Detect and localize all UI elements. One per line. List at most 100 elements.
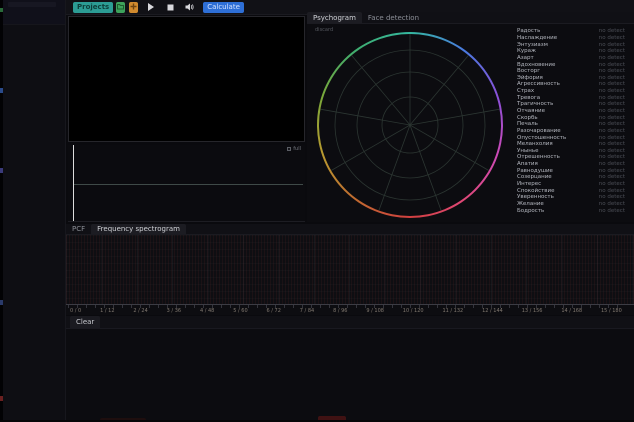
tab-frequency-spectrogram[interactable]: Frequency spectrogram — [91, 224, 186, 234]
emotion-value: no detect — [599, 28, 625, 34]
emotion-name: Разочарование — [517, 128, 561, 134]
time-axis-label: 12 / 144 — [482, 308, 503, 314]
emotion-row: Агрессивность no detect — [517, 81, 625, 88]
emotion-value: no detect — [599, 108, 625, 114]
emotion-value: no detect — [599, 42, 625, 48]
stop-icon — [167, 0, 174, 15]
emotion-value: no detect — [599, 68, 625, 74]
emotion-value: no detect — [599, 135, 625, 141]
psychogram-chart — [317, 32, 503, 218]
emotion-row: Энтузиазм no detect — [517, 41, 625, 48]
emotion-name: Восторг — [517, 68, 540, 74]
analysis-tabbar: Psychogram Face detection — [307, 12, 634, 24]
waveform-panel[interactable]: full — [68, 145, 305, 222]
emotion-row: Наслаждение no detect — [517, 35, 625, 42]
mute-button[interactable] — [183, 1, 195, 13]
emotion-value: no detect — [599, 48, 625, 54]
time-axis-label: 0 / 0 — [70, 308, 81, 314]
emotion-value: no detect — [599, 181, 625, 187]
emotion-name: Спокойствие — [517, 188, 555, 194]
emotion-row: Унынье no detect — [517, 148, 625, 155]
time-axis-label: 1 / 12 — [100, 308, 114, 314]
spectrogram-section: PCF Frequency spectrogram 0 / 0 1 / 12 2 /… — [66, 224, 634, 315]
emotion-name: Меланхолия — [517, 141, 553, 147]
emotion-name: Желание — [517, 201, 544, 207]
emotion-value: no detect — [599, 35, 625, 41]
emotion-name: Уверенность — [517, 194, 554, 200]
log-section: Clear — [66, 316, 634, 422]
emotion-value: no detect — [599, 101, 625, 107]
time-axis-label: 9 / 108 — [366, 308, 384, 314]
emotion-row: Трагичность no detect — [517, 101, 625, 108]
time-axis-label: 4 / 48 — [200, 308, 214, 314]
emotion-row: Разочарование no detect — [517, 128, 625, 135]
log-toolbar: Clear — [66, 316, 634, 329]
sidebar-header — [3, 0, 65, 25]
play-icon — [147, 0, 155, 15]
emotion-value: no detect — [599, 128, 625, 134]
emotion-name: Отрешенность — [517, 154, 560, 160]
time-axis-label: 7 / 84 — [300, 308, 314, 314]
emotion-name: Страх — [517, 88, 534, 94]
emotion-value: no detect — [599, 194, 625, 200]
stop-button[interactable] — [164, 1, 176, 13]
emotion-row: Желание no detect — [517, 201, 625, 208]
calculate-button[interactable]: Calculate — [203, 2, 244, 13]
clear-button[interactable]: Clear — [70, 316, 100, 328]
emotion-value: no detect — [599, 208, 625, 214]
open-project-button[interactable] — [116, 2, 125, 13]
emotion-row: Отрешенность no detect — [517, 154, 625, 161]
emotion-value: no detect — [599, 154, 625, 160]
time-axis-label: 6 / 72 — [267, 308, 281, 314]
emotion-name: Эйфория — [517, 75, 543, 81]
folder-icon — [117, 3, 124, 12]
tab-pcf[interactable]: PCF — [66, 224, 91, 234]
waveform-full-checkbox[interactable]: full — [287, 146, 301, 152]
emotion-name: Энтузиазм — [517, 42, 548, 48]
emotion-name: Опустошенность — [517, 135, 566, 141]
video-preview — [68, 16, 305, 142]
emotion-name: Наслаждение — [517, 35, 557, 41]
time-axis-label: 13 / 156 — [522, 308, 543, 314]
waveform-full-label: full — [293, 146, 301, 152]
emotion-name: Кураж — [517, 48, 536, 54]
emotion-row: Печаль no detect — [517, 121, 625, 128]
emotion-name: Отчаяние — [517, 108, 545, 114]
emotion-name: Унынье — [517, 148, 539, 154]
time-axis-label: 2 / 24 — [133, 308, 147, 314]
emotion-value: no detect — [599, 148, 625, 154]
emotion-value: no detect — [599, 81, 625, 87]
emotion-row: Уверенность no detect — [517, 194, 625, 201]
speaker-icon — [185, 0, 194, 15]
emotion-row: Радость no detect — [517, 28, 625, 35]
emotion-value: no detect — [599, 55, 625, 61]
emotion-row: Скорбь no detect — [517, 114, 625, 121]
emotion-row: Кураж no detect — [517, 48, 625, 55]
emotion-value: no detect — [599, 115, 625, 121]
waveform-playhead[interactable] — [73, 145, 74, 221]
emotion-name: Апатия — [517, 161, 538, 167]
emotion-name: Печаль — [517, 121, 538, 127]
time-axis-label: 15 / 180 — [601, 308, 622, 314]
emotion-value: no detect — [599, 62, 625, 68]
emotion-name: Азарт — [517, 55, 534, 61]
emotion-row: Спокойствие no detect — [517, 187, 625, 194]
tab-face-detection[interactable]: Face detection — [362, 12, 425, 23]
app-window: Projects Calculate — [0, 0, 634, 422]
emotion-row: Бодрость no detect — [517, 207, 625, 214]
emotion-value: no detect — [599, 188, 625, 194]
emotion-value: no detect — [599, 88, 625, 94]
add-button[interactable] — [129, 2, 138, 13]
projects-button[interactable]: Projects — [73, 2, 113, 13]
time-axis-label: 11 / 132 — [442, 308, 463, 314]
emotion-name: Равнодушие — [517, 168, 553, 174]
tab-psychogram[interactable]: Psychogram — [307, 12, 362, 23]
emotion-row: Отчаяние no detect — [517, 108, 625, 115]
emotion-name: Интерес — [517, 181, 541, 187]
emotion-row: Эйфория no detect — [517, 74, 625, 81]
emotion-value: no detect — [599, 75, 625, 81]
play-button[interactable] — [145, 1, 157, 13]
emotion-value: no detect — [599, 168, 625, 174]
emotion-value: no detect — [599, 95, 625, 101]
emotion-row: Страх no detect — [517, 88, 625, 95]
